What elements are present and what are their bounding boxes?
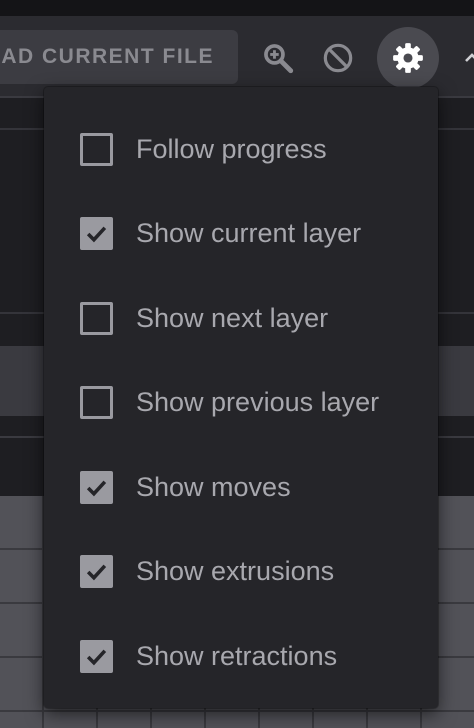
top-strip — [0, 0, 474, 16]
settings-menu: Follow progress Show current layer Show … — [44, 87, 438, 708]
chevron-up-icon[interactable] — [458, 44, 474, 72]
menu-item-show-previous-layer[interactable]: Show previous layer — [44, 361, 438, 446]
check-icon — [86, 564, 107, 581]
menu-item-label: Show next layer — [136, 302, 329, 333]
menu-item-label: Show retractions — [136, 640, 338, 671]
menu-item-label: Show extrusions — [136, 556, 335, 587]
menu-item-label: Show moves — [136, 471, 291, 502]
menu-item-show-moves[interactable]: Show moves — [44, 445, 438, 530]
menu-item-show-retractions[interactable]: Show retractions — [44, 614, 438, 699]
check-icon — [86, 226, 107, 243]
block-icon[interactable] — [318, 38, 358, 78]
menu-item-label: Show current layer — [136, 218, 362, 249]
show-extrusions-checkbox[interactable] — [80, 555, 113, 589]
menu-item-label: Show previous layer — [136, 387, 380, 418]
show-previous-layer-checkbox[interactable] — [80, 386, 113, 420]
app-window: AD CURRENT FILE Follow progress Show cur… — [0, 0, 474, 728]
menu-item-show-next-layer[interactable]: Show next layer — [44, 276, 438, 361]
menu-item-follow-progress[interactable]: Follow progress — [44, 107, 438, 192]
settings-button[interactable] — [377, 27, 439, 89]
gear-icon — [393, 43, 423, 73]
follow-progress-checkbox[interactable] — [80, 132, 113, 166]
menu-item-label: Follow progress — [136, 133, 327, 164]
show-retractions-checkbox[interactable] — [80, 639, 113, 673]
show-current-layer-checkbox[interactable] — [80, 217, 113, 251]
load-current-file-button[interactable]: AD CURRENT FILE — [0, 30, 238, 84]
load-current-file-label: AD CURRENT FILE — [1, 45, 214, 68]
check-icon — [86, 649, 107, 666]
menu-item-show-current-layer[interactable]: Show current layer — [44, 192, 438, 277]
zoom-in-icon[interactable] — [258, 38, 298, 78]
menu-item-show-extrusions[interactable]: Show extrusions — [44, 530, 438, 615]
show-next-layer-checkbox[interactable] — [80, 301, 113, 335]
check-icon — [86, 480, 107, 497]
show-moves-checkbox[interactable] — [80, 470, 113, 504]
